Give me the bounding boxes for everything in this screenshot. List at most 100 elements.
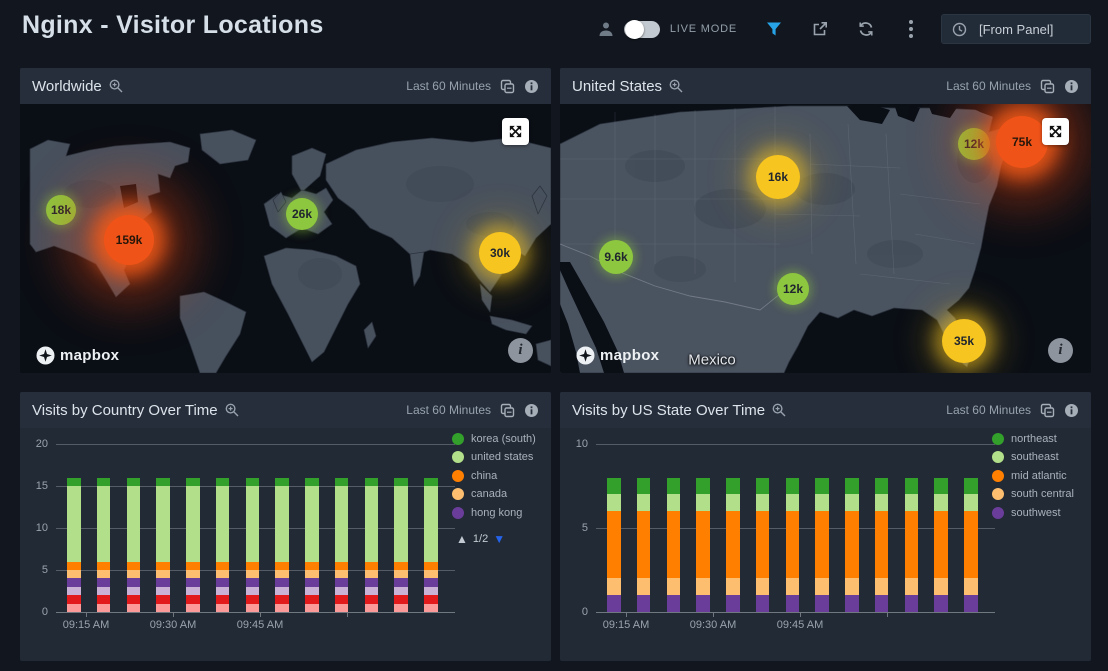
- map-expand-button[interactable]: [502, 118, 529, 145]
- map-bubble[interactable]: 16k: [756, 155, 800, 199]
- pager-down-icon[interactable]: ▼: [493, 532, 505, 546]
- mapbox-logo[interactable]: mapbox: [36, 346, 119, 365]
- bar-segment: [964, 511, 978, 578]
- bar[interactable]: [607, 478, 621, 612]
- bar[interactable]: [186, 478, 200, 612]
- bar[interactable]: [365, 478, 379, 612]
- legend-item[interactable]: hong kong: [452, 507, 522, 519]
- info-icon[interactable]: [524, 79, 539, 94]
- bar-segment: [127, 578, 141, 586]
- map-bubble[interactable]: 30k: [479, 232, 521, 274]
- duplicate-icon[interactable]: [1040, 403, 1055, 418]
- bar-segment: [246, 604, 260, 612]
- map-bubble[interactable]: 75k: [996, 116, 1048, 168]
- bar-segment: [934, 578, 948, 595]
- bar[interactable]: [637, 478, 651, 612]
- map-bubble[interactable]: 35k: [942, 319, 986, 363]
- legend-item[interactable]: southwest: [992, 507, 1061, 519]
- bar-segment: [97, 578, 111, 586]
- bar-segment: [726, 478, 740, 495]
- bar[interactable]: [696, 478, 710, 612]
- bar[interactable]: [275, 478, 289, 612]
- info-icon[interactable]: [524, 403, 539, 418]
- bar[interactable]: [845, 478, 859, 612]
- bar[interactable]: [667, 478, 681, 612]
- time-range-label: Last 60 Minutes: [406, 403, 491, 417]
- bar[interactable]: [156, 478, 170, 612]
- time-range-picker[interactable]: [From Panel]: [941, 14, 1091, 44]
- zoom-icon[interactable]: [669, 79, 683, 93]
- legend-item[interactable]: united states: [452, 451, 533, 463]
- bar[interactable]: [394, 478, 408, 612]
- bar[interactable]: [246, 478, 260, 612]
- map-bubble[interactable]: 12k: [958, 128, 990, 160]
- zoom-icon[interactable]: [109, 79, 123, 93]
- bar[interactable]: [305, 478, 319, 612]
- map-bubble[interactable]: 12k: [777, 273, 809, 305]
- bar-segment: [67, 604, 81, 612]
- map-bubble[interactable]: 159k: [104, 215, 154, 265]
- legend-item[interactable]: mid atlantic: [992, 470, 1067, 482]
- bar[interactable]: [934, 478, 948, 612]
- bar-segment: [667, 478, 681, 495]
- bar-segment: [394, 595, 408, 603]
- duplicate-icon[interactable]: [500, 403, 515, 418]
- share-icon[interactable]: [811, 20, 829, 38]
- legend-item[interactable]: south central: [992, 488, 1074, 500]
- bar-segment: [786, 494, 800, 511]
- x-axis-line: [596, 612, 995, 613]
- bar-segment: [156, 578, 170, 586]
- map-expand-button[interactable]: [1042, 118, 1069, 145]
- panel-title: Visits by US State Over Time: [572, 402, 765, 419]
- bar[interactable]: [216, 478, 230, 612]
- bar[interactable]: [726, 478, 740, 612]
- bar-segment: [156, 570, 170, 578]
- bar-segment: [275, 578, 289, 586]
- bar[interactable]: [335, 478, 349, 612]
- bar-segment: [216, 578, 230, 586]
- user-icon[interactable]: [598, 21, 614, 37]
- duplicate-icon[interactable]: [500, 79, 515, 94]
- legend-label: united states: [471, 451, 533, 463]
- us-map[interactable]: 12k75k16k9.6k12k35kMexicomapboxi: [560, 104, 1091, 373]
- more-menu-icon[interactable]: [903, 18, 919, 40]
- bar[interactable]: [815, 478, 829, 612]
- y-axis-label: 5: [20, 564, 48, 576]
- map-info-button[interactable]: i: [508, 338, 533, 363]
- legend-item[interactable]: canada: [452, 488, 507, 500]
- legend-item[interactable]: china: [452, 470, 497, 482]
- legend-item[interactable]: northeast: [992, 433, 1057, 445]
- bar-segment: [815, 511, 829, 578]
- bar[interactable]: [424, 478, 438, 612]
- refresh-icon[interactable]: [857, 20, 875, 38]
- legend-item[interactable]: southeast: [992, 451, 1059, 463]
- world-map[interactable]: 18k 159k 26k 30k mapbox i: [20, 104, 551, 373]
- bar-segment: [756, 511, 770, 578]
- bar-segment: [756, 494, 770, 511]
- live-mode-toggle[interactable]: [624, 21, 660, 38]
- mapbox-logo[interactable]: mapbox: [576, 346, 659, 365]
- duplicate-icon[interactable]: [1040, 79, 1055, 94]
- map-bubble[interactable]: 9.6k: [599, 240, 633, 274]
- zoom-icon[interactable]: [225, 403, 239, 417]
- pager-up-icon[interactable]: ▲: [456, 532, 468, 546]
- bar-segment: [127, 486, 141, 562]
- bar[interactable]: [97, 478, 111, 612]
- map-bubble[interactable]: 26k: [286, 198, 318, 230]
- bar[interactable]: [786, 478, 800, 612]
- legend-item[interactable]: korea (south): [452, 433, 536, 445]
- info-icon[interactable]: [1064, 79, 1079, 94]
- x-axis-tick: [173, 612, 174, 617]
- bar[interactable]: [127, 478, 141, 612]
- bar[interactable]: [875, 478, 889, 612]
- bar[interactable]: [67, 478, 81, 612]
- map-bubble[interactable]: 18k: [46, 195, 76, 225]
- zoom-icon[interactable]: [772, 403, 786, 417]
- filter-icon[interactable]: [765, 20, 783, 38]
- map-info-button[interactable]: i: [1048, 338, 1073, 363]
- bar[interactable]: [905, 478, 919, 612]
- info-icon[interactable]: [1064, 403, 1079, 418]
- bar[interactable]: [756, 478, 770, 612]
- bar[interactable]: [964, 478, 978, 612]
- bar-segment: [696, 578, 710, 595]
